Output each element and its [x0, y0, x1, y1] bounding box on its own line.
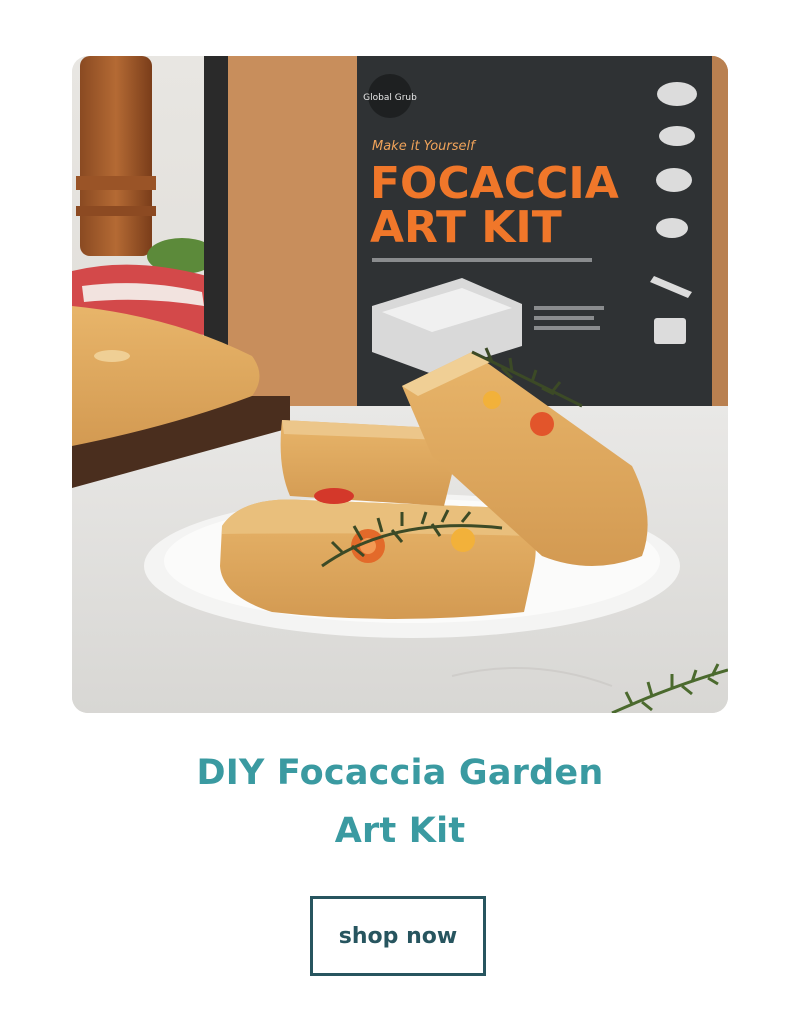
- shop-now-label: shop now: [338, 923, 458, 949]
- shop-now-button[interactable]: shop now: [310, 896, 486, 976]
- box-tagline-text: Make it Yourself: [372, 139, 477, 154]
- focaccia-kit-image: Global Grub Make it Yourself FOCACCIA AR…: [72, 56, 728, 713]
- pepper-mill: [80, 56, 152, 256]
- product-title-line2: Art Kit: [334, 811, 466, 851]
- product-photo[interactable]: Global Grub Make it Yourself FOCACCIA AR…: [72, 56, 728, 713]
- box-brand-text: Global Grub: [363, 93, 417, 103]
- product-title[interactable]: DIY Focaccia Garden Art Kit: [0, 744, 800, 860]
- product-card: Global Grub Make it Yourself FOCACCIA AR…: [0, 0, 800, 1027]
- box-headline-line2: ART KIT: [370, 202, 562, 253]
- product-title-line1: DIY Focaccia Garden: [196, 753, 604, 793]
